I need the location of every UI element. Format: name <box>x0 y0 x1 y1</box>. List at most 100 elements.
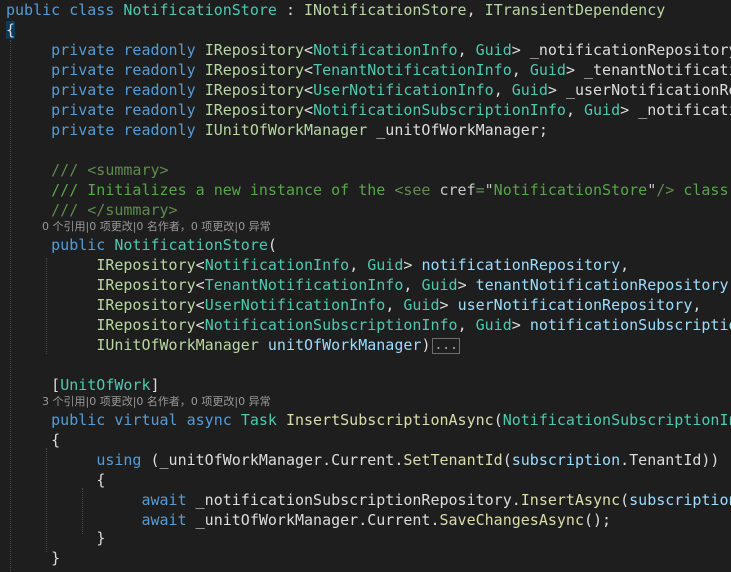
type-name: IRepository <box>96 256 196 274</box>
code-line-using-close-brace[interactable]: } <box>6 528 105 548</box>
field-name: _unitOfWorkManager; <box>367 121 548 139</box>
code-line-using-open-brace[interactable]: { <box>6 470 105 490</box>
angle-close: > <box>511 41 530 59</box>
code-editor[interactable]: public class NotificationStore : INotifi… <box>0 0 731 572</box>
modifier-readonly: readonly <box>123 121 196 139</box>
code-line-doc-comment[interactable]: /// Initializes a new instance of the <s… <box>6 180 731 200</box>
comma-token: , <box>692 296 702 314</box>
type-name: IRepository <box>204 81 305 99</box>
comma-token: , <box>349 256 368 274</box>
angle-open: < <box>304 41 314 59</box>
field-reference: _unitOfWorkManager <box>159 451 323 469</box>
parameter-name: unitOfWorkManager <box>258 336 422 354</box>
modifier-private: private <box>51 121 115 139</box>
doc-quote: " <box>484 181 494 199</box>
angle-open: < <box>304 61 314 79</box>
comma-token: , <box>511 61 530 79</box>
dot-token: . <box>430 511 440 529</box>
paren-close: ) <box>421 336 431 354</box>
code-line-using[interactable]: using (_unitOfWorkManager.Current.SetTen… <box>6 450 719 470</box>
doc-attr: cref <box>439 181 476 199</box>
doc-eq: = <box>475 181 485 199</box>
paren-open: ( <box>502 451 512 469</box>
angle-close: > <box>511 316 530 334</box>
type-argument: TenantNotificationInfo <box>313 61 512 79</box>
code-line-method-open-brace[interactable]: { <box>6 430 60 450</box>
modifier-private: private <box>51 81 115 99</box>
paren-open: ( <box>141 451 160 469</box>
angle-open: < <box>195 316 205 334</box>
field-name: _userNotificationRepository; <box>565 81 731 99</box>
field-name: _tenantNotificationRepository; <box>584 61 731 79</box>
paren-open: ( <box>493 411 503 429</box>
dot-token: . <box>511 491 521 509</box>
parameter-name: notificationSubscriptionRepository <box>529 316 731 334</box>
code-line-ctor-param[interactable]: IUnitOfWorkManager unitOfWorkManager)... <box>6 335 460 355</box>
code-line-await[interactable]: await _notificationSubscriptionRepositor… <box>6 490 731 510</box>
code-line-ctor-param[interactable]: IRepository<NotificationSubscriptionInfo… <box>6 315 731 335</box>
code-line-class-open-brace[interactable]: { <box>6 20 16 40</box>
code-line-ctor-param[interactable]: IRepository<TenantNotificationInfo, Guid… <box>6 275 731 295</box>
modifier-readonly: readonly <box>123 41 196 59</box>
paren-open: ( <box>267 236 277 254</box>
interface-name: ITransientDependency <box>484 1 666 19</box>
codelens-method[interactable]: 3 个引用|0 项更改|0 名作者，0 项更改|0 异常 <box>42 394 271 410</box>
code-line-attribute[interactable]: [UnitOfWork] <box>6 375 160 395</box>
brace-token: { <box>51 431 61 449</box>
argument-reference: subscription <box>629 491 731 509</box>
code-line-await[interactable]: await _unitOfWorkManager.Current.SaveCha… <box>6 510 611 530</box>
code-line-class-declaration[interactable]: public class NotificationStore : INotifi… <box>6 0 665 20</box>
keyword-class: class <box>69 1 115 19</box>
bracket-close: ] <box>150 376 160 394</box>
keyword-public: public <box>51 411 106 429</box>
code-line-doc-comment[interactable]: /// </summary> <box>6 200 177 220</box>
type-argument: Guid <box>403 296 440 314</box>
doc-quote: " <box>647 181 657 199</box>
code-line-doc-comment[interactable]: /// <summary> <box>6 160 168 180</box>
angle-open: < <box>195 296 205 314</box>
property-reference: Current <box>331 451 395 469</box>
type-name: IRepository <box>204 61 305 79</box>
type-argument: Guid <box>475 41 512 59</box>
code-line-constructor[interactable]: public NotificationStore( <box>6 235 277 255</box>
code-line-ctor-param[interactable]: IRepository<UserNotificationInfo, Guid> … <box>6 295 701 315</box>
type-name: IRepository <box>204 101 305 119</box>
code-line-field[interactable]: private readonly IRepository<Notificatio… <box>6 40 731 60</box>
angle-close: > <box>620 101 639 119</box>
type-name: IRepository <box>96 276 196 294</box>
comma-token: , <box>457 41 476 59</box>
type-argument: Guid <box>421 276 458 294</box>
brace-token: } <box>51 549 61 567</box>
field-name: _notificationRepository; <box>529 41 731 59</box>
doc-tag: /> <box>656 181 675 199</box>
keyword-public: public <box>51 236 106 254</box>
keyword-await: await <box>141 511 187 529</box>
brace-token: { <box>96 471 106 489</box>
type-argument: NotificationInfo <box>204 256 350 274</box>
type-argument: Guid <box>584 101 621 119</box>
codelens-ctor[interactable]: 0 个引用|0 项更改|0 名作者，0 项更改|0 异常 <box>42 219 271 235</box>
field-name: _notificationSubscriptionRepository; <box>638 101 731 119</box>
angle-close: > <box>457 276 476 294</box>
type-name: IRepository <box>96 316 196 334</box>
interface-name: INotificationStore <box>304 1 467 19</box>
comma-token: , <box>403 276 422 294</box>
code-line-field[interactable]: private readonly IRepository<TenantNotif… <box>6 60 731 80</box>
angle-close: > <box>439 296 458 314</box>
comma-token: , <box>565 101 584 119</box>
collapsed-region-button[interactable]: ... <box>432 337 460 354</box>
code-line-field[interactable]: private readonly IRepository<Notificatio… <box>6 100 731 120</box>
type-argument: NotificationSubscriptionInfo <box>313 101 566 119</box>
property-reference: TenantId <box>629 451 702 469</box>
argument-reference: subscription <box>511 451 621 469</box>
dot-token: . <box>322 451 332 469</box>
code-line-method-close-brace[interactable]: } <box>6 548 60 568</box>
code-line-field[interactable]: private readonly IUnitOfWorkManager _uni… <box>6 120 548 140</box>
parameter-name: notificationRepository <box>421 256 621 274</box>
code-line-field[interactable]: private readonly IRepository<UserNotific… <box>6 80 731 100</box>
code-line-ctor-param[interactable]: IRepository<NotificationInfo, Guid> noti… <box>6 255 629 275</box>
bracket-open: [ <box>51 376 61 394</box>
code-line-method-signature[interactable]: public virtual async Task InsertSubscrip… <box>6 410 731 430</box>
keyword-async: async <box>186 411 232 429</box>
type-argument: TenantNotificationInfo <box>204 276 404 294</box>
